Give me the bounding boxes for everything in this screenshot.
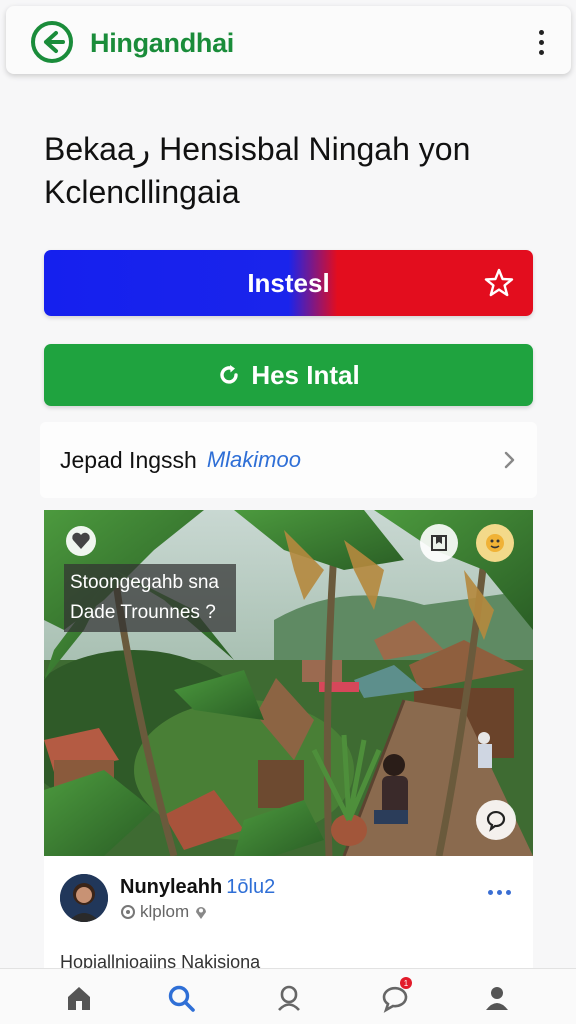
has-install-button[interactable]: Hes Intal [44, 344, 533, 406]
post-photo[interactable]: Stoongegahb sna Dade Trounnes ? [44, 510, 533, 856]
more-options-icon[interactable] [529, 24, 553, 60]
install-button-label: Instesl [247, 267, 330, 298]
install-button[interactable]: Instesl [44, 250, 533, 316]
top-app-bar: Hingandhai [6, 6, 571, 74]
back-arrow-icon[interactable] [30, 20, 74, 64]
star-outline-icon [484, 268, 514, 297]
emoji-icon[interactable] [476, 524, 514, 562]
has-install-button-label: Hes Intal [251, 359, 360, 390]
post-meta-text: klplom [140, 902, 190, 921]
photo-caption: Stoongegahb sna Dade Trounnes ? [64, 564, 236, 632]
location-pin-icon [196, 907, 207, 919]
post-more-icon[interactable] [488, 890, 511, 895]
app-title: Hingandhai [90, 28, 234, 58]
comment-icon[interactable] [476, 800, 516, 840]
post-author-tag: 1ōlu2 [226, 876, 276, 898]
refresh-icon [220, 365, 239, 384]
heart-icon[interactable] [62, 522, 100, 560]
search-icon[interactable] [164, 981, 198, 1015]
caption-line-2: Dade Trounnes ? [70, 602, 216, 623]
post-author-name: Nunyleahh [120, 876, 223, 898]
page-heading: Bekaaر Hensisbal Ningah yon Kclencllinga… [44, 131, 471, 210]
post-card: Nunyleahh 1ōlu2 klplom Hopiallnioaiins Na… [44, 856, 533, 976]
caption-line-1: Stoongegahb sna [70, 572, 219, 593]
link-row[interactable]: Jepad Ingssh Mlakimoo [40, 422, 537, 498]
link-row-label: Jepad Ingssh [60, 446, 197, 473]
chat-icon[interactable]: 1 [378, 977, 412, 1015]
tropical-village-image [44, 510, 533, 856]
link-row-accent: Mlakimoo [206, 447, 301, 472]
bottom-navigation: 1 [0, 968, 576, 1024]
bookmark-icon[interactable] [420, 524, 458, 562]
profile-outline-icon[interactable] [272, 981, 306, 1015]
clock-icon [121, 905, 135, 919]
home-icon[interactable] [62, 981, 96, 1015]
post-meta: klplom [120, 902, 209, 922]
post-author[interactable]: Nunyleahh 1ōlu2 [120, 876, 275, 899]
chevron-right-icon [504, 451, 515, 469]
avatar[interactable] [60, 874, 108, 922]
user-icon[interactable] [480, 981, 514, 1015]
notification-badge: 1 [400, 977, 412, 989]
